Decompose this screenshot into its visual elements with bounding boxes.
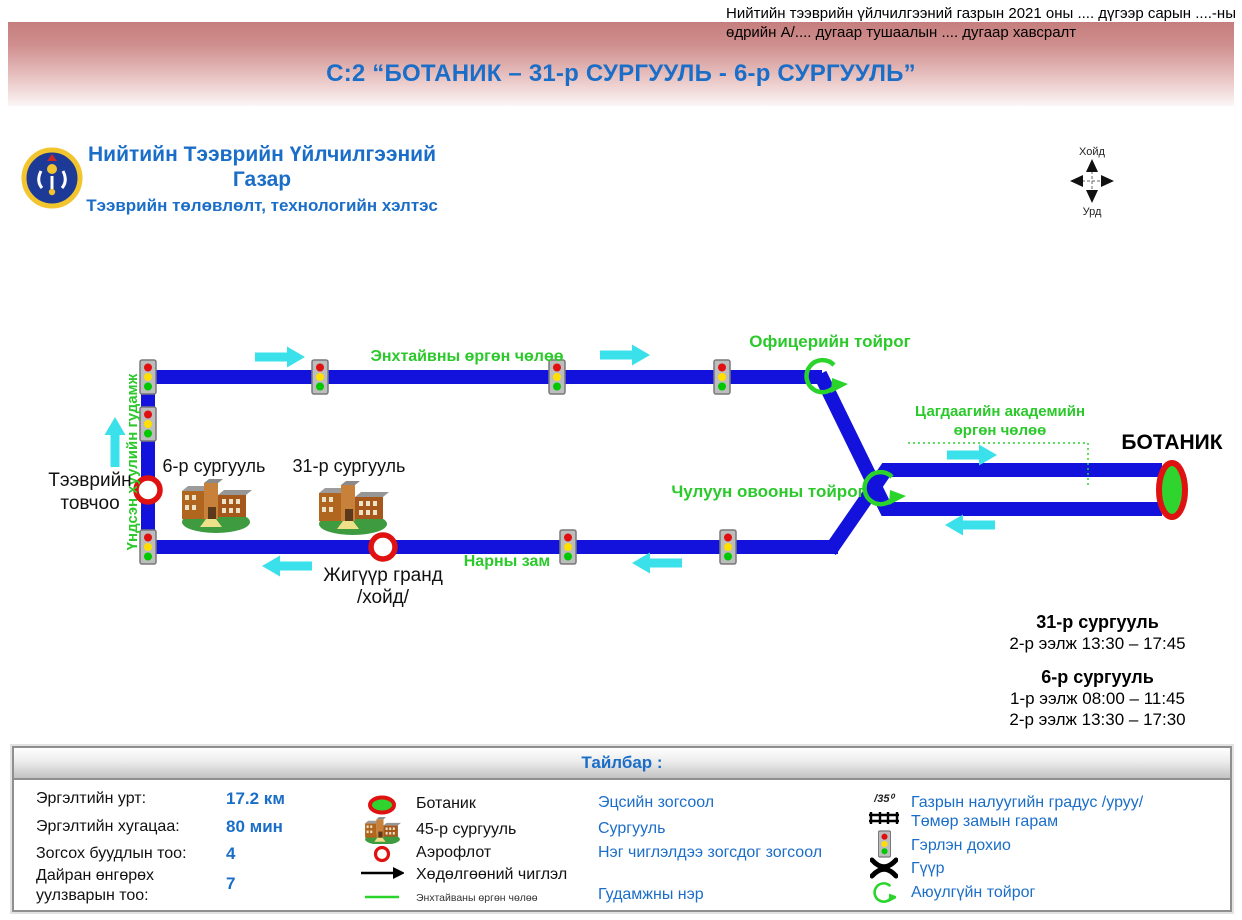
symbol-desc-terminal: Эцсийн зогсоол: [598, 794, 714, 812]
safety-roundabout-icon: [862, 881, 906, 905]
road-symbol-label-roundabout: Аюулгүйн тойрог: [911, 884, 1035, 902]
compass-east-arrow: [1101, 175, 1114, 187]
traffic-light-icon: [312, 360, 328, 394]
road-symbol-label-bridge: Гүүр: [911, 860, 945, 878]
slope-degree-icon: /35⁰: [862, 792, 906, 805]
stat-value-route-duration: 80 мин: [226, 817, 283, 837]
traffic-light-icon: [140, 407, 156, 441]
terminal-ellipse-icon: [360, 795, 404, 815]
stop-label-school31: 31-р сургууль: [293, 456, 406, 476]
street-label-sun-road: Нарны зам: [464, 553, 550, 570]
schedule-school31-title: 31-р сургууль: [990, 612, 1205, 633]
direction-arrow-east-terminal: [947, 445, 997, 466]
botanik-terminal-marker: [1159, 463, 1185, 517]
schedule-gap: [990, 654, 1205, 667]
stat-label-junction-count: Дайран өнгөрөх уулзварын тоо:: [36, 866, 176, 906]
traffic-light-icon: [140, 530, 156, 564]
compass-south-label: Урд: [1083, 206, 1102, 218]
compass-rose: Хойд Урд: [1070, 146, 1114, 218]
school-building-icon: [360, 816, 404, 844]
symbol-desc-school: Сургууль: [598, 820, 665, 838]
direction-arrow-icon: [360, 866, 404, 880]
stat-value-junction-count: 7: [226, 874, 235, 894]
schedule-school6-shift2: 2-р ээлж 13:30 – 17:30: [990, 709, 1205, 730]
terminal-label-botanik: БОТАНИК: [1121, 431, 1222, 454]
school31-building-icon: [319, 481, 389, 535]
stop-label-transport-office-2: товчоо: [60, 493, 119, 514]
road-symbol-label-traffic-light: Гэрлэн дохио: [911, 837, 1011, 855]
compass-north-label: Хойд: [1079, 146, 1105, 158]
stop-label-school6: 6-р сургууль: [163, 456, 266, 476]
schedule-school6-title: 6-р сургууль: [990, 667, 1205, 688]
bridge-icon: [862, 856, 906, 880]
junction-label-officer-roundabout: Офицерийн тойрог: [749, 332, 911, 351]
one-way-stop-ring-icon: [360, 844, 404, 864]
symbol-name-street-line: Энхтайваны өргөн чөлөө: [416, 892, 538, 904]
stop-label-transport-office-1: Тээврийн: [48, 470, 131, 491]
stat-label-stop-count: Зогсох буудлын тоо:: [36, 845, 187, 863]
symbol-desc-street-name: Гудамжны нэр: [598, 886, 704, 904]
compass-north-arrow: [1086, 159, 1098, 172]
legend-body: Эргэлтийн урт: 17.2 км Эргэлтийн хугацаа…: [14, 780, 1230, 908]
traffic-light-icon: [560, 530, 576, 564]
legend-table: Тайлбар : Эргэлтийн урт: 17.2 км Эргэлти…: [12, 746, 1232, 912]
school-schedule: 31-р сургууль 2-р ээлж 13:30 – 17:45 6-р…: [990, 612, 1205, 730]
stat-value-stop-count: 4: [226, 844, 235, 864]
symbol-desc-one-way-stop: Нэг чиглэлдээ зогсдог зогсоол: [598, 844, 822, 862]
railway-crossing-icon: [862, 810, 906, 826]
schedule-school31-shift2: 2-р ээлж 13:30 – 17:45: [990, 633, 1205, 654]
direction-arrow-east-2: [600, 345, 650, 366]
compass-west-arrow: [1070, 175, 1083, 187]
schedule-school6-shift1: 1-р ээлж 08:00 – 11:45: [990, 688, 1205, 709]
direction-arrow-north: [105, 417, 126, 467]
direction-arrow-west-1: [262, 556, 312, 577]
road-symbol-label-slope: Газрын налуугийн градус /уруу/: [911, 794, 1143, 812]
stat-label-route-duration: Эргэлтийн хугацаа:: [36, 818, 180, 836]
legend-title: Тайлбар :: [14, 748, 1230, 780]
traffic-light-icon: [714, 360, 730, 394]
school6-building-icon: [182, 479, 252, 533]
stat-label-route-length: Эргэлтийн урт:: [36, 790, 146, 808]
direction-arrow-east-1: [255, 347, 305, 368]
symbol-name-botanik: Ботаник: [416, 795, 476, 813]
stop-label-jiguur-grand-2: /хойд/: [357, 587, 410, 608]
traffic-light-icon: [720, 530, 736, 564]
direction-arrow-west-2: [632, 553, 682, 574]
junction-label-stone-ovoo: Чулуун овооны тойрог: [671, 482, 864, 501]
compass-south-arrow: [1086, 190, 1098, 203]
direction-arrow-west-terminal: [945, 515, 995, 536]
stop-ring-jiguur-grand: [371, 535, 395, 559]
route-map-page: Нийтийн тээврийн үйлчилгээний газрын 202…: [0, 0, 1242, 920]
traffic-light-icon: [140, 360, 156, 394]
traffic-light-icon: [549, 360, 565, 394]
symbol-name-aeroflot: Аэрофлот: [416, 844, 491, 862]
street-label-police-academy-2: өргөн чөлөө: [954, 422, 1047, 439]
stop-label-jiguur-grand-1: Жигүүр гранд: [323, 565, 443, 586]
stat-value-route-length: 17.2 км: [226, 789, 285, 809]
street-label-constitution: Үндсэн хуулийн гудамж: [124, 373, 141, 550]
street-label-peace-avenue: Энхтайвны өргөн чөлөө: [371, 348, 564, 365]
traffic-light-legend-icon: [862, 830, 906, 858]
symbol-name-school45: 45-р сургууль: [416, 821, 516, 839]
road-symbol-label-railway: Төмөр замын гарам: [911, 813, 1058, 831]
street-label-police-academy-1: Цагдаагийн академийн: [915, 403, 1085, 420]
street-name-line-icon: [360, 894, 404, 900]
symbol-name-direction: Хөдөлгөөний чиглэл: [416, 866, 567, 884]
